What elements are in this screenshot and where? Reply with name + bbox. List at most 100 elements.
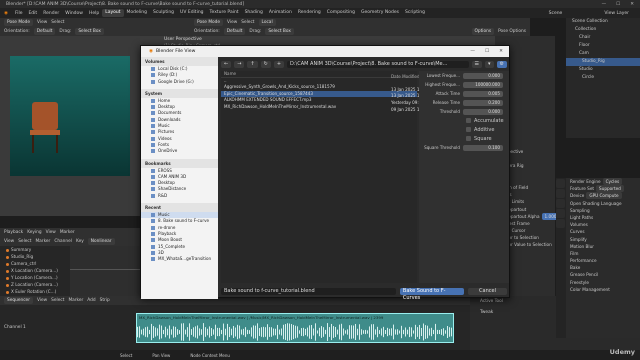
display-mode-icon[interactable]: ☰ <box>471 61 482 68</box>
outliner-item[interactable]: Cam <box>566 50 640 58</box>
render-tab-icon[interactable] <box>556 179 565 188</box>
osl-checkbox[interactable]: Open Shading Language <box>566 200 640 207</box>
tab-rendering[interactable]: Rendering <box>295 9 324 17</box>
maximize-icon[interactable]: ☐ <box>616 2 620 7</box>
cancel-button[interactable]: Cancel <box>468 288 507 295</box>
tab-modeling[interactable]: Modeling <box>124 9 150 17</box>
panel-freestyle[interactable]: Freestyle <box>566 279 640 286</box>
section-volumes[interactable]: Volumes <box>141 57 218 66</box>
panel-color-management[interactable]: Color Management <box>566 286 640 293</box>
section-system[interactable]: System <box>141 88 218 98</box>
menu-marker[interactable]: Marker <box>60 230 75 235</box>
track-row[interactable]: Y Location (Camera...) <box>0 274 70 281</box>
section-bookmarks[interactable]: Bookmarks <box>141 158 218 168</box>
menu-channel[interactable]: Channel <box>54 239 72 244</box>
menu-key[interactable]: Key <box>76 239 84 244</box>
file-row[interactable]: Aggressive_Synth_Growls_And_Kicks_source… <box>221 84 429 92</box>
menu-select[interactable]: Select <box>51 20 64 25</box>
accumulate-checkbox[interactable] <box>466 118 471 123</box>
feature-set-dropdown[interactable]: Supported <box>596 185 624 193</box>
track-row[interactable]: Studio_Rig <box>0 253 70 260</box>
sequencer-area[interactable]: Channel 1 MX_RichDawson_HoldMeInTheMirro… <box>0 305 470 350</box>
refresh-icon[interactable]: ↻ <box>260 61 271 68</box>
tab-geometry-nodes[interactable]: Geometry Nodes <box>358 9 402 17</box>
parent-dir-icon[interactable]: ↑ <box>247 61 258 68</box>
menu-view[interactable]: View <box>227 20 237 25</box>
square-option[interactable]: Square <box>419 134 509 143</box>
panel-performance[interactable]: Performance <box>566 257 640 264</box>
panel-grease-pencil[interactable]: Grease Pencil <box>566 271 640 278</box>
panel-volumes[interactable]: Volumes <box>566 221 640 228</box>
outliner-item[interactable]: Studio <box>566 66 640 74</box>
menu-add[interactable]: Add <box>87 298 95 303</box>
pose-options[interactable]: Pose Options <box>498 29 530 34</box>
lowest-freq-field[interactable]: 0.000 <box>463 72 503 79</box>
outliner-item[interactable]: Circle <box>566 74 640 82</box>
square-threshold-field[interactable]: 0.100 <box>463 144 503 151</box>
system-item[interactable]: OneDrive <box>141 148 218 154</box>
outliner-item[interactable]: Floor <box>566 42 640 50</box>
tab-sculpting[interactable]: Sculpting <box>150 9 177 17</box>
orientation-dropdown[interactable]: Default <box>33 28 56 35</box>
tab-uv-editing[interactable]: UV Editing <box>177 9 206 17</box>
threshold-field[interactable]: 0.000 <box>463 108 503 115</box>
tab-shading[interactable]: Shading <box>242 9 266 17</box>
filter-icon[interactable]: ▾ <box>485 61 494 68</box>
menu-marker[interactable]: Marker <box>35 239 50 244</box>
additive-option[interactable]: Additive <box>419 125 509 134</box>
panel-curves[interactable]: Curves <box>566 228 640 235</box>
outliner-item[interactable]: Collection <box>566 26 640 34</box>
new-folder-icon[interactable]: + <box>273 61 285 68</box>
outliner-item[interactable]: Studio_Rig <box>566 58 640 66</box>
menu-view[interactable]: View <box>4 239 14 244</box>
track-row[interactable]: Camera_ctrl <box>0 260 70 267</box>
menu-edit[interactable]: Edit <box>25 11 40 16</box>
minimize-icon[interactable]: — <box>602 2 607 7</box>
accumulate-option[interactable]: Accumulate <box>419 116 509 125</box>
menu-keying[interactable]: Keying <box>27 230 41 235</box>
volume-item[interactable]: Google Drive (G:) <box>141 79 218 85</box>
file-row[interactable]: Epic_Cinematic_Transition_source_1587443… <box>221 90 429 98</box>
tab-animation[interactable]: Animation <box>266 9 295 17</box>
tab-texture-paint[interactable]: Texture Paint <box>207 9 242 17</box>
menu-marker[interactable]: Marker <box>68 298 83 303</box>
tab-layout[interactable]: Layout <box>102 9 124 17</box>
mode-selector[interactable]: Pose Mode <box>194 19 224 26</box>
editor-type-sequencer[interactable]: Sequencer <box>4 297 33 304</box>
menu-render[interactable]: Render <box>40 11 62 16</box>
world-tab-icon[interactable] <box>556 209 565 218</box>
mode-selector[interactable]: Pose Mode <box>4 19 34 26</box>
section-recent[interactable]: Recent <box>141 203 218 213</box>
track-row[interactable]: X Euler Rotation (C...) <box>0 288 70 295</box>
menu-strip[interactable]: Strip <box>100 298 110 303</box>
panel-bake[interactable]: Bake <box>566 264 640 271</box>
panel-film[interactable]: Film <box>566 250 640 257</box>
track-row[interactable]: X Location (Camera...) <box>0 267 70 274</box>
recent-item[interactable]: 8. Bake sound to F-curve <box>141 218 218 224</box>
audio-strip[interactable]: MX_RichDawson_HoldMeInTheMirror_Instrume… <box>136 313 454 343</box>
back-arrow-icon[interactable]: ← <box>221 61 232 68</box>
drag-dropdown[interactable]: Select Box <box>265 28 294 35</box>
panel-light-paths[interactable]: Light Paths <box>566 214 640 221</box>
menu-select[interactable]: Select <box>241 20 254 25</box>
menu-help[interactable]: Help <box>86 11 102 16</box>
device-dropdown[interactable]: GPU Compute <box>586 192 622 200</box>
menu-view[interactable]: View <box>46 230 56 235</box>
tab-scripting[interactable]: Scripting <box>402 9 428 17</box>
menu-select[interactable]: Select <box>18 239 31 244</box>
highest-freq-field[interactable]: 100000.000 <box>463 81 503 88</box>
menu-window[interactable]: Window <box>62 11 86 16</box>
outliner-item[interactable]: Scene Collection <box>566 18 640 26</box>
release-field[interactable]: 0.200 <box>463 99 503 106</box>
minimize-icon[interactable]: — <box>470 49 475 54</box>
attack-field[interactable]: 0.005 <box>463 90 503 97</box>
orientation-dropdown[interactable]: Default <box>223 28 246 35</box>
output-tab-icon[interactable] <box>556 189 565 198</box>
tab-compositing[interactable]: Compositing <box>324 9 358 17</box>
column-name[interactable]: Name <box>221 71 391 78</box>
forward-arrow-icon[interactable]: → <box>234 61 245 68</box>
drag-dropdown[interactable]: Select Box <box>75 28 104 35</box>
menu-view[interactable]: View <box>37 20 47 25</box>
menu-view[interactable]: View <box>37 298 47 303</box>
camera-viewport[interactable] <box>0 36 140 216</box>
